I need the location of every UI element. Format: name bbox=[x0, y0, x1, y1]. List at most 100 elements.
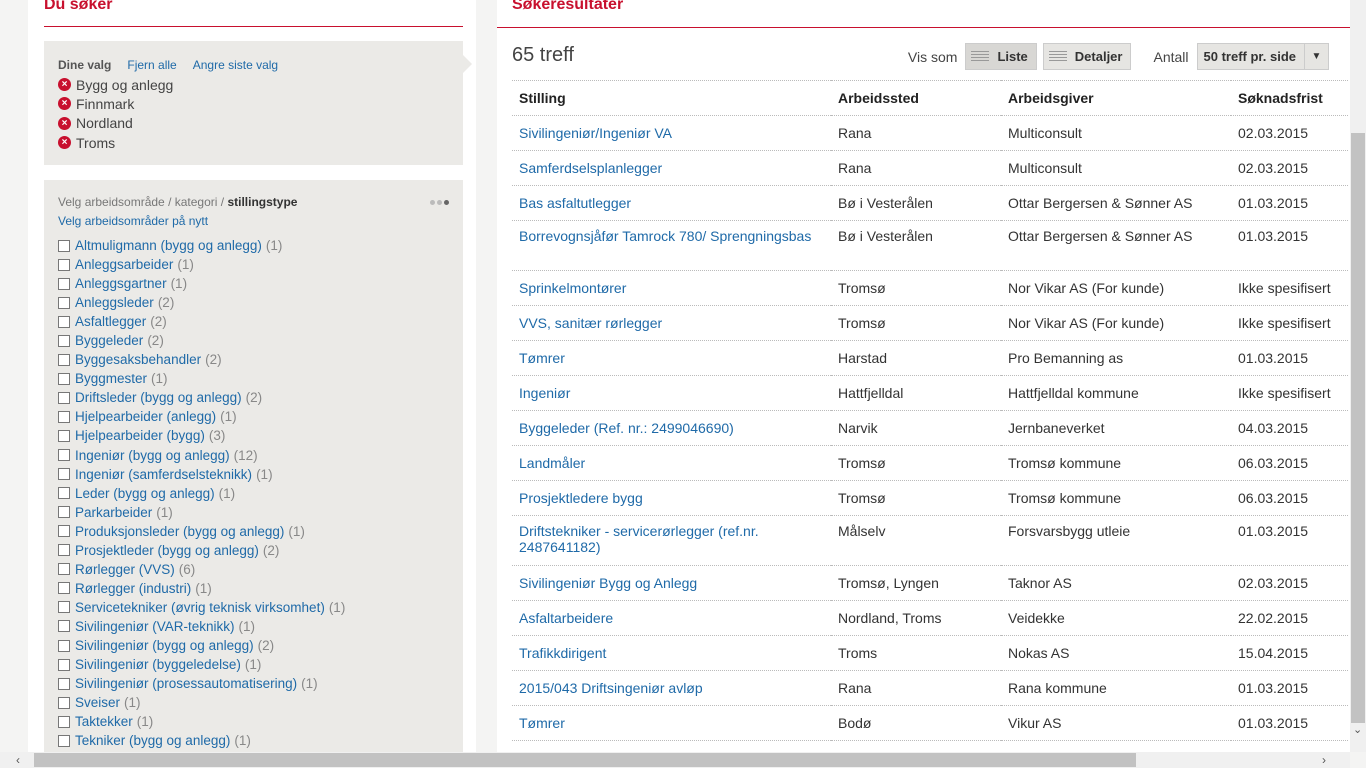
job-type-link[interactable]: Sivilingeniør (byggeledelse) bbox=[75, 657, 241, 672]
checkbox[interactable] bbox=[58, 677, 70, 690]
selected-choice[interactable]: × Bygg og anlegg bbox=[58, 75, 173, 94]
job-link[interactable]: Ingeniør bbox=[519, 385, 570, 401]
job-type-link[interactable]: Altmuligmann (bygg og anlegg) bbox=[75, 238, 262, 253]
job-type-link[interactable]: Taktekker bbox=[75, 714, 133, 729]
job-type-link[interactable]: Anleggsgartner bbox=[75, 276, 167, 291]
view-list-button[interactable]: Liste bbox=[965, 43, 1037, 70]
remove-icon[interactable]: × bbox=[58, 78, 71, 92]
job-type-link[interactable]: Parkarbeider bbox=[75, 505, 152, 520]
job-type-link[interactable]: Leder (bygg og anlegg) bbox=[75, 486, 215, 501]
job-type-item[interactable]: Rørlegger (VVS) (6) bbox=[58, 560, 345, 579]
job-link[interactable]: VVS, sanitær rørlegger bbox=[519, 315, 662, 331]
job-type-link[interactable]: Hjelpearbeider (bygg) bbox=[75, 428, 205, 443]
selected-choice[interactable]: × Troms bbox=[58, 133, 173, 152]
job-type-link[interactable]: Ingeniør (bygg og anlegg) bbox=[75, 448, 230, 463]
job-link[interactable]: Sivilingeniør/Ingeniør VA bbox=[519, 125, 672, 141]
per-page-select[interactable]: 50 treff pr. side ▼ bbox=[1196, 43, 1329, 70]
job-link[interactable]: 2015/043 Driftsingeniør avløp bbox=[519, 680, 703, 696]
job-type-link[interactable]: Sveiser bbox=[75, 695, 120, 710]
checkbox[interactable] bbox=[58, 696, 70, 709]
job-link[interactable]: Sprinkelmontører bbox=[519, 280, 626, 296]
job-link[interactable]: Tømrer bbox=[519, 715, 565, 731]
checkbox[interactable] bbox=[58, 391, 70, 404]
job-link[interactable]: Driftstekniker - servicerørlegger (ref.n… bbox=[519, 523, 759, 555]
job-type-link[interactable]: Rørlegger (VVS) bbox=[75, 562, 175, 577]
job-type-link[interactable]: Hjelpearbeider (anlegg) bbox=[75, 409, 216, 424]
checkbox[interactable] bbox=[58, 296, 70, 309]
job-type-link[interactable]: Driftsleder (bygg og anlegg) bbox=[75, 390, 242, 405]
job-link[interactable]: Trafikkdirigent bbox=[519, 645, 606, 661]
remove-icon[interactable]: × bbox=[58, 97, 71, 111]
checkbox[interactable] bbox=[58, 334, 70, 347]
job-type-link[interactable]: Anleggsarbeider bbox=[75, 257, 173, 272]
checkbox[interactable] bbox=[58, 487, 70, 500]
checkbox[interactable] bbox=[58, 658, 70, 671]
job-type-item[interactable]: Parkarbeider (1) bbox=[58, 503, 345, 522]
job-type-item[interactable]: Byggeleder (2) bbox=[58, 331, 345, 350]
job-type-item[interactable]: Ingeniør (bygg og anlegg) (12) bbox=[58, 446, 345, 465]
checkbox[interactable] bbox=[58, 239, 70, 252]
job-type-item[interactable]: Sivilingeniør (byggeledelse) (1) bbox=[58, 655, 345, 674]
horizontal-scrollbar[interactable]: ‹ › bbox=[0, 752, 1350, 768]
remove-icon[interactable]: × bbox=[58, 116, 71, 130]
reset-areas-link[interactable]: Velg arbeidsområder på nytt bbox=[58, 214, 208, 228]
job-type-link[interactable]: Servicetekniker (øvrig teknisk virksomhe… bbox=[75, 600, 325, 615]
undo-last-link[interactable]: Angre siste valg bbox=[193, 58, 278, 72]
checkbox[interactable] bbox=[58, 601, 70, 614]
job-link[interactable]: Bas asfaltutlegger bbox=[519, 195, 631, 211]
column-header[interactable]: Søknadsfrist bbox=[1231, 80, 1348, 116]
crumb-category[interactable]: kategori bbox=[175, 195, 218, 209]
job-type-link[interactable]: Produksjonsleder (bygg og anlegg) bbox=[75, 524, 284, 539]
job-type-item[interactable]: Asfaltlegger (2) bbox=[58, 312, 345, 331]
job-type-item[interactable]: Prosjektleder (bygg og anlegg) (2) bbox=[58, 541, 345, 560]
job-link[interactable]: Byggeleder (Ref. nr.: 2499046690) bbox=[519, 420, 734, 436]
scrollbar-thumb[interactable] bbox=[1351, 133, 1365, 723]
job-link[interactable]: Landmåler bbox=[519, 455, 585, 471]
job-type-item[interactable]: Servicetekniker (øvrig teknisk virksomhe… bbox=[58, 598, 345, 617]
job-type-link[interactable]: Sivilingeniør (prosessautomatisering) bbox=[75, 676, 297, 691]
job-type-item[interactable]: Sivilingeniør (VAR-teknikk) (1) bbox=[58, 617, 345, 636]
checkbox[interactable] bbox=[58, 525, 70, 538]
job-type-item[interactable]: Hjelpearbeider (anlegg) (1) bbox=[58, 407, 345, 426]
checkbox[interactable] bbox=[58, 410, 70, 423]
selected-choice[interactable]: × Nordland bbox=[58, 114, 173, 133]
job-type-item[interactable]: Anleggsleder (2) bbox=[58, 293, 345, 312]
remove-all-link[interactable]: Fjern alle bbox=[127, 58, 176, 72]
view-details-button[interactable]: Detaljer bbox=[1042, 43, 1132, 70]
job-type-link[interactable]: Anleggsleder bbox=[75, 295, 154, 310]
job-type-item[interactable]: Rørlegger (industri) (1) bbox=[58, 579, 345, 598]
checkbox[interactable] bbox=[58, 315, 70, 328]
job-link[interactable]: Sivilingeniør Bygg og Anlegg bbox=[519, 575, 697, 591]
job-type-item[interactable]: Anleggsgartner (1) bbox=[58, 274, 345, 293]
job-type-item[interactable]: Sveiser (1) bbox=[58, 693, 345, 712]
job-link[interactable]: Asfaltarbeidere bbox=[519, 610, 613, 626]
job-type-item[interactable]: Hjelpearbeider (bygg) (3) bbox=[58, 426, 345, 445]
job-type-item[interactable]: Produksjonsleder (bygg og anlegg) (1) bbox=[58, 522, 345, 541]
job-type-link[interactable]: Ingeniør (samferdselsteknikk) bbox=[75, 467, 252, 482]
job-type-item[interactable]: Sivilingeniør (bygg og anlegg) (2) bbox=[58, 636, 345, 655]
scroll-right-icon[interactable]: › bbox=[1322, 753, 1326, 767]
job-type-link[interactable]: Rørlegger (industri) bbox=[75, 581, 191, 596]
checkbox[interactable] bbox=[58, 715, 70, 728]
checkbox[interactable] bbox=[58, 277, 70, 290]
job-link[interactable]: Prosjektledere bygg bbox=[519, 490, 643, 506]
column-header[interactable]: Arbeidssted bbox=[831, 80, 1001, 116]
job-type-item[interactable]: Byggesaksbehandler (2) bbox=[58, 350, 345, 369]
checkbox[interactable] bbox=[58, 563, 70, 576]
job-type-link[interactable]: Byggmester bbox=[75, 371, 147, 386]
scroll-down-icon[interactable]: ⌄ bbox=[1353, 723, 1362, 736]
job-type-link[interactable]: Asfaltlegger bbox=[75, 314, 146, 329]
scrollbar-thumb[interactable] bbox=[34, 753, 1136, 767]
scroll-left-icon[interactable]: ‹ bbox=[16, 753, 20, 767]
checkbox[interactable] bbox=[58, 582, 70, 595]
job-type-item[interactable]: Driftsleder (bygg og anlegg) (2) bbox=[58, 388, 345, 407]
job-type-item[interactable]: Anleggsarbeider (1) bbox=[58, 255, 345, 274]
checkbox[interactable] bbox=[58, 429, 70, 442]
job-type-item[interactable]: Tekniker (bygg og anlegg) (1) bbox=[58, 731, 345, 750]
remove-icon[interactable]: × bbox=[58, 136, 71, 150]
job-link[interactable]: Borrevognsjåfør Tamrock 780/ Sprengnings… bbox=[519, 228, 811, 244]
crumb-area[interactable]: Velg arbeidsområde bbox=[58, 195, 165, 209]
checkbox[interactable] bbox=[58, 639, 70, 652]
job-link[interactable]: Tømrer bbox=[519, 350, 565, 366]
checkbox[interactable] bbox=[58, 620, 70, 633]
